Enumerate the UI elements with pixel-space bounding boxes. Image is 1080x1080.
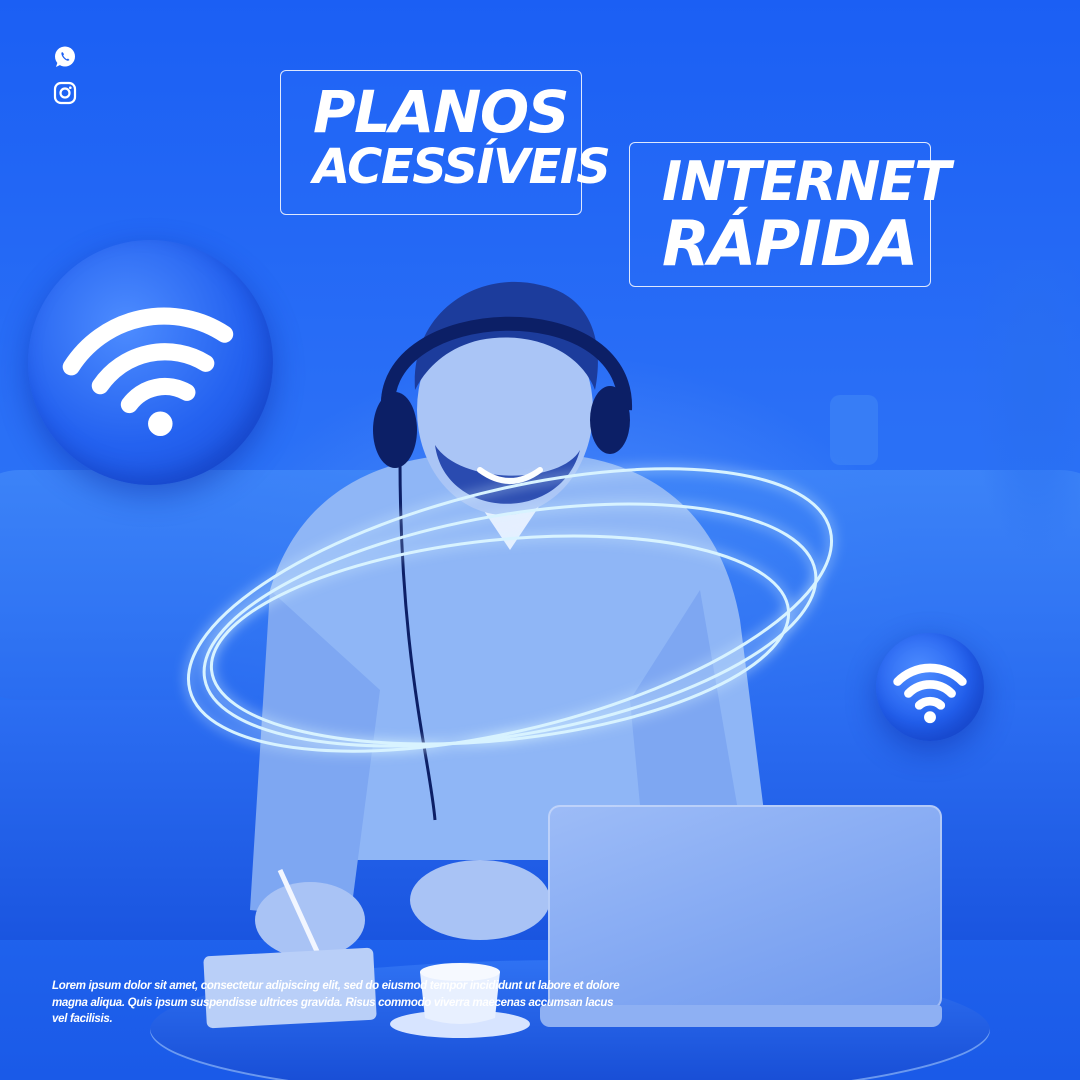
- instagram-icon[interactable]: [53, 81, 77, 105]
- ad-canvas: PLANOS ACESSÍVEIS INTERNET RÁPIDA Lorem …: [0, 0, 1080, 1080]
- body-text: Lorem ipsum dolor sit amet, consectetur …: [52, 980, 620, 1026]
- background-plant: [970, 260, 1080, 560]
- whatsapp-icon[interactable]: [53, 45, 77, 69]
- headline-left-line1: PLANOS: [313, 78, 569, 146]
- headline-right-line1: INTERNET: [662, 150, 951, 213]
- headline-planos-acessiveis: PLANOS ACESSÍVEIS: [280, 70, 611, 215]
- wifi-bubble-small: [876, 633, 984, 741]
- headline-right-line2: RÁPIDA: [662, 207, 918, 280]
- headline-internet-rapida: INTERNET RÁPIDA: [629, 142, 951, 287]
- glowing-rings: [150, 400, 870, 820]
- headline-left-line2: ACESSÍVEIS: [313, 139, 611, 195]
- wifi-icon: [893, 663, 967, 724]
